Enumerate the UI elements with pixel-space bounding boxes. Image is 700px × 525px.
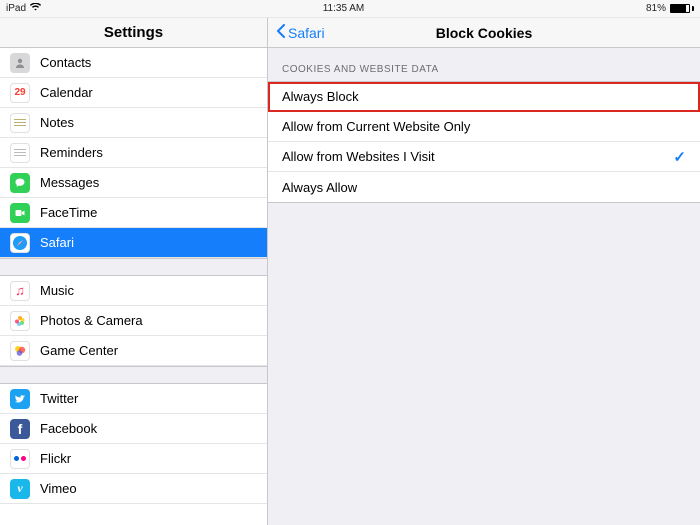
options-list: Always Block Allow from Current Website O… [268, 81, 700, 203]
photos-icon [10, 311, 30, 331]
screen: iPad 11:35 AM 81% Settings Contacts 29 Cal… [0, 0, 700, 525]
wifi-icon [30, 3, 41, 14]
vimeo-icon: v [10, 479, 30, 499]
sidebar-item-safari[interactable]: Safari [0, 228, 267, 258]
twitter-icon [10, 389, 30, 409]
sidebar-list[interactable]: Contacts 29 Calendar Notes Reminders Messages… [0, 48, 267, 525]
checkmark-icon: ✓ [673, 148, 686, 166]
sidebar-item-label: Photos & Camera [40, 313, 143, 328]
device-label: iPad [6, 3, 26, 14]
sidebar-item-label: Reminders [40, 145, 103, 160]
battery-pct: 81% [646, 3, 666, 14]
sidebar-item-calendar[interactable]: 29 Calendar [0, 78, 267, 108]
option-label: Always Allow [282, 180, 357, 195]
sidebar-item-label: Music [40, 283, 74, 298]
detail-title: Block Cookies [268, 25, 700, 41]
split-view: Settings Contacts 29 Calendar Notes Reminder… [0, 18, 700, 525]
option-label: Allow from Current Website Only [282, 119, 470, 134]
group-separator [0, 366, 267, 384]
sidebar-item-notes[interactable]: Notes [0, 108, 267, 138]
option-current-only[interactable]: Allow from Current Website Only [268, 112, 700, 142]
sidebar-item-facetime[interactable]: FaceTime [0, 198, 267, 228]
sidebar-item-label: FaceTime [40, 205, 97, 220]
sidebar-item-label: Calendar [40, 85, 93, 100]
chevron-left-icon [276, 24, 286, 41]
option-label: Allow from Websites I Visit [282, 149, 435, 164]
sidebar-item-label: Vimeo [40, 481, 77, 496]
music-icon: ♫ [10, 281, 30, 301]
sidebar-item-label: Twitter [40, 391, 78, 406]
sidebar-item-label: Game Center [40, 343, 118, 358]
option-label: Always Block [282, 89, 359, 104]
sidebar-item-label: Contacts [40, 55, 91, 70]
sidebar-item-gamecenter[interactable]: Game Center [0, 336, 267, 366]
sidebar-item-reminders[interactable]: Reminders [0, 138, 267, 168]
sidebar-item-messages[interactable]: Messages [0, 168, 267, 198]
sidebar-item-label: Messages [40, 175, 99, 190]
settings-sidebar: Settings Contacts 29 Calendar Notes Reminder… [0, 18, 268, 525]
safari-icon [10, 233, 30, 253]
facebook-icon: f [10, 419, 30, 439]
section-header: COOKIES AND WEBSITE DATA [268, 48, 700, 81]
sidebar-item-contacts[interactable]: Contacts [0, 48, 267, 78]
detail-pane: Safari Block Cookies COOKIES AND WEBSITE… [268, 18, 700, 525]
sidebar-item-vimeo[interactable]: v Vimeo [0, 474, 267, 504]
sidebar-item-photos[interactable]: Photos & Camera [0, 306, 267, 336]
option-websites-visit[interactable]: Allow from Websites I Visit ✓ [268, 142, 700, 172]
sidebar-title: Settings [0, 18, 267, 48]
option-always-allow[interactable]: Always Allow [268, 172, 700, 202]
status-bar: iPad 11:35 AM 81% [0, 0, 700, 18]
sidebar-item-flickr[interactable]: Flickr [0, 444, 267, 474]
facetime-icon [10, 203, 30, 223]
notes-icon [10, 113, 30, 133]
sidebar-item-label: Flickr [40, 451, 71, 466]
sidebar-item-twitter[interactable]: Twitter [0, 384, 267, 414]
back-button[interactable]: Safari [276, 24, 325, 41]
messages-icon [10, 173, 30, 193]
back-label: Safari [288, 25, 325, 41]
clock: 11:35 AM [323, 3, 365, 14]
gamecenter-icon [10, 341, 30, 361]
sidebar-item-label: Notes [40, 115, 74, 130]
reminders-icon [10, 143, 30, 163]
sidebar-item-facebook[interactable]: f Facebook [0, 414, 267, 444]
sidebar-item-music[interactable]: ♫ Music [0, 276, 267, 306]
calendar-icon: 29 [10, 83, 30, 103]
sidebar-item-label: Safari [40, 235, 74, 250]
sidebar-item-label: Facebook [40, 421, 97, 436]
flickr-icon [10, 449, 30, 469]
contacts-icon [10, 53, 30, 73]
detail-navbar: Safari Block Cookies [268, 18, 700, 48]
option-always-block[interactable]: Always Block [268, 82, 700, 112]
battery-icon [670, 4, 694, 13]
group-separator [0, 258, 267, 276]
